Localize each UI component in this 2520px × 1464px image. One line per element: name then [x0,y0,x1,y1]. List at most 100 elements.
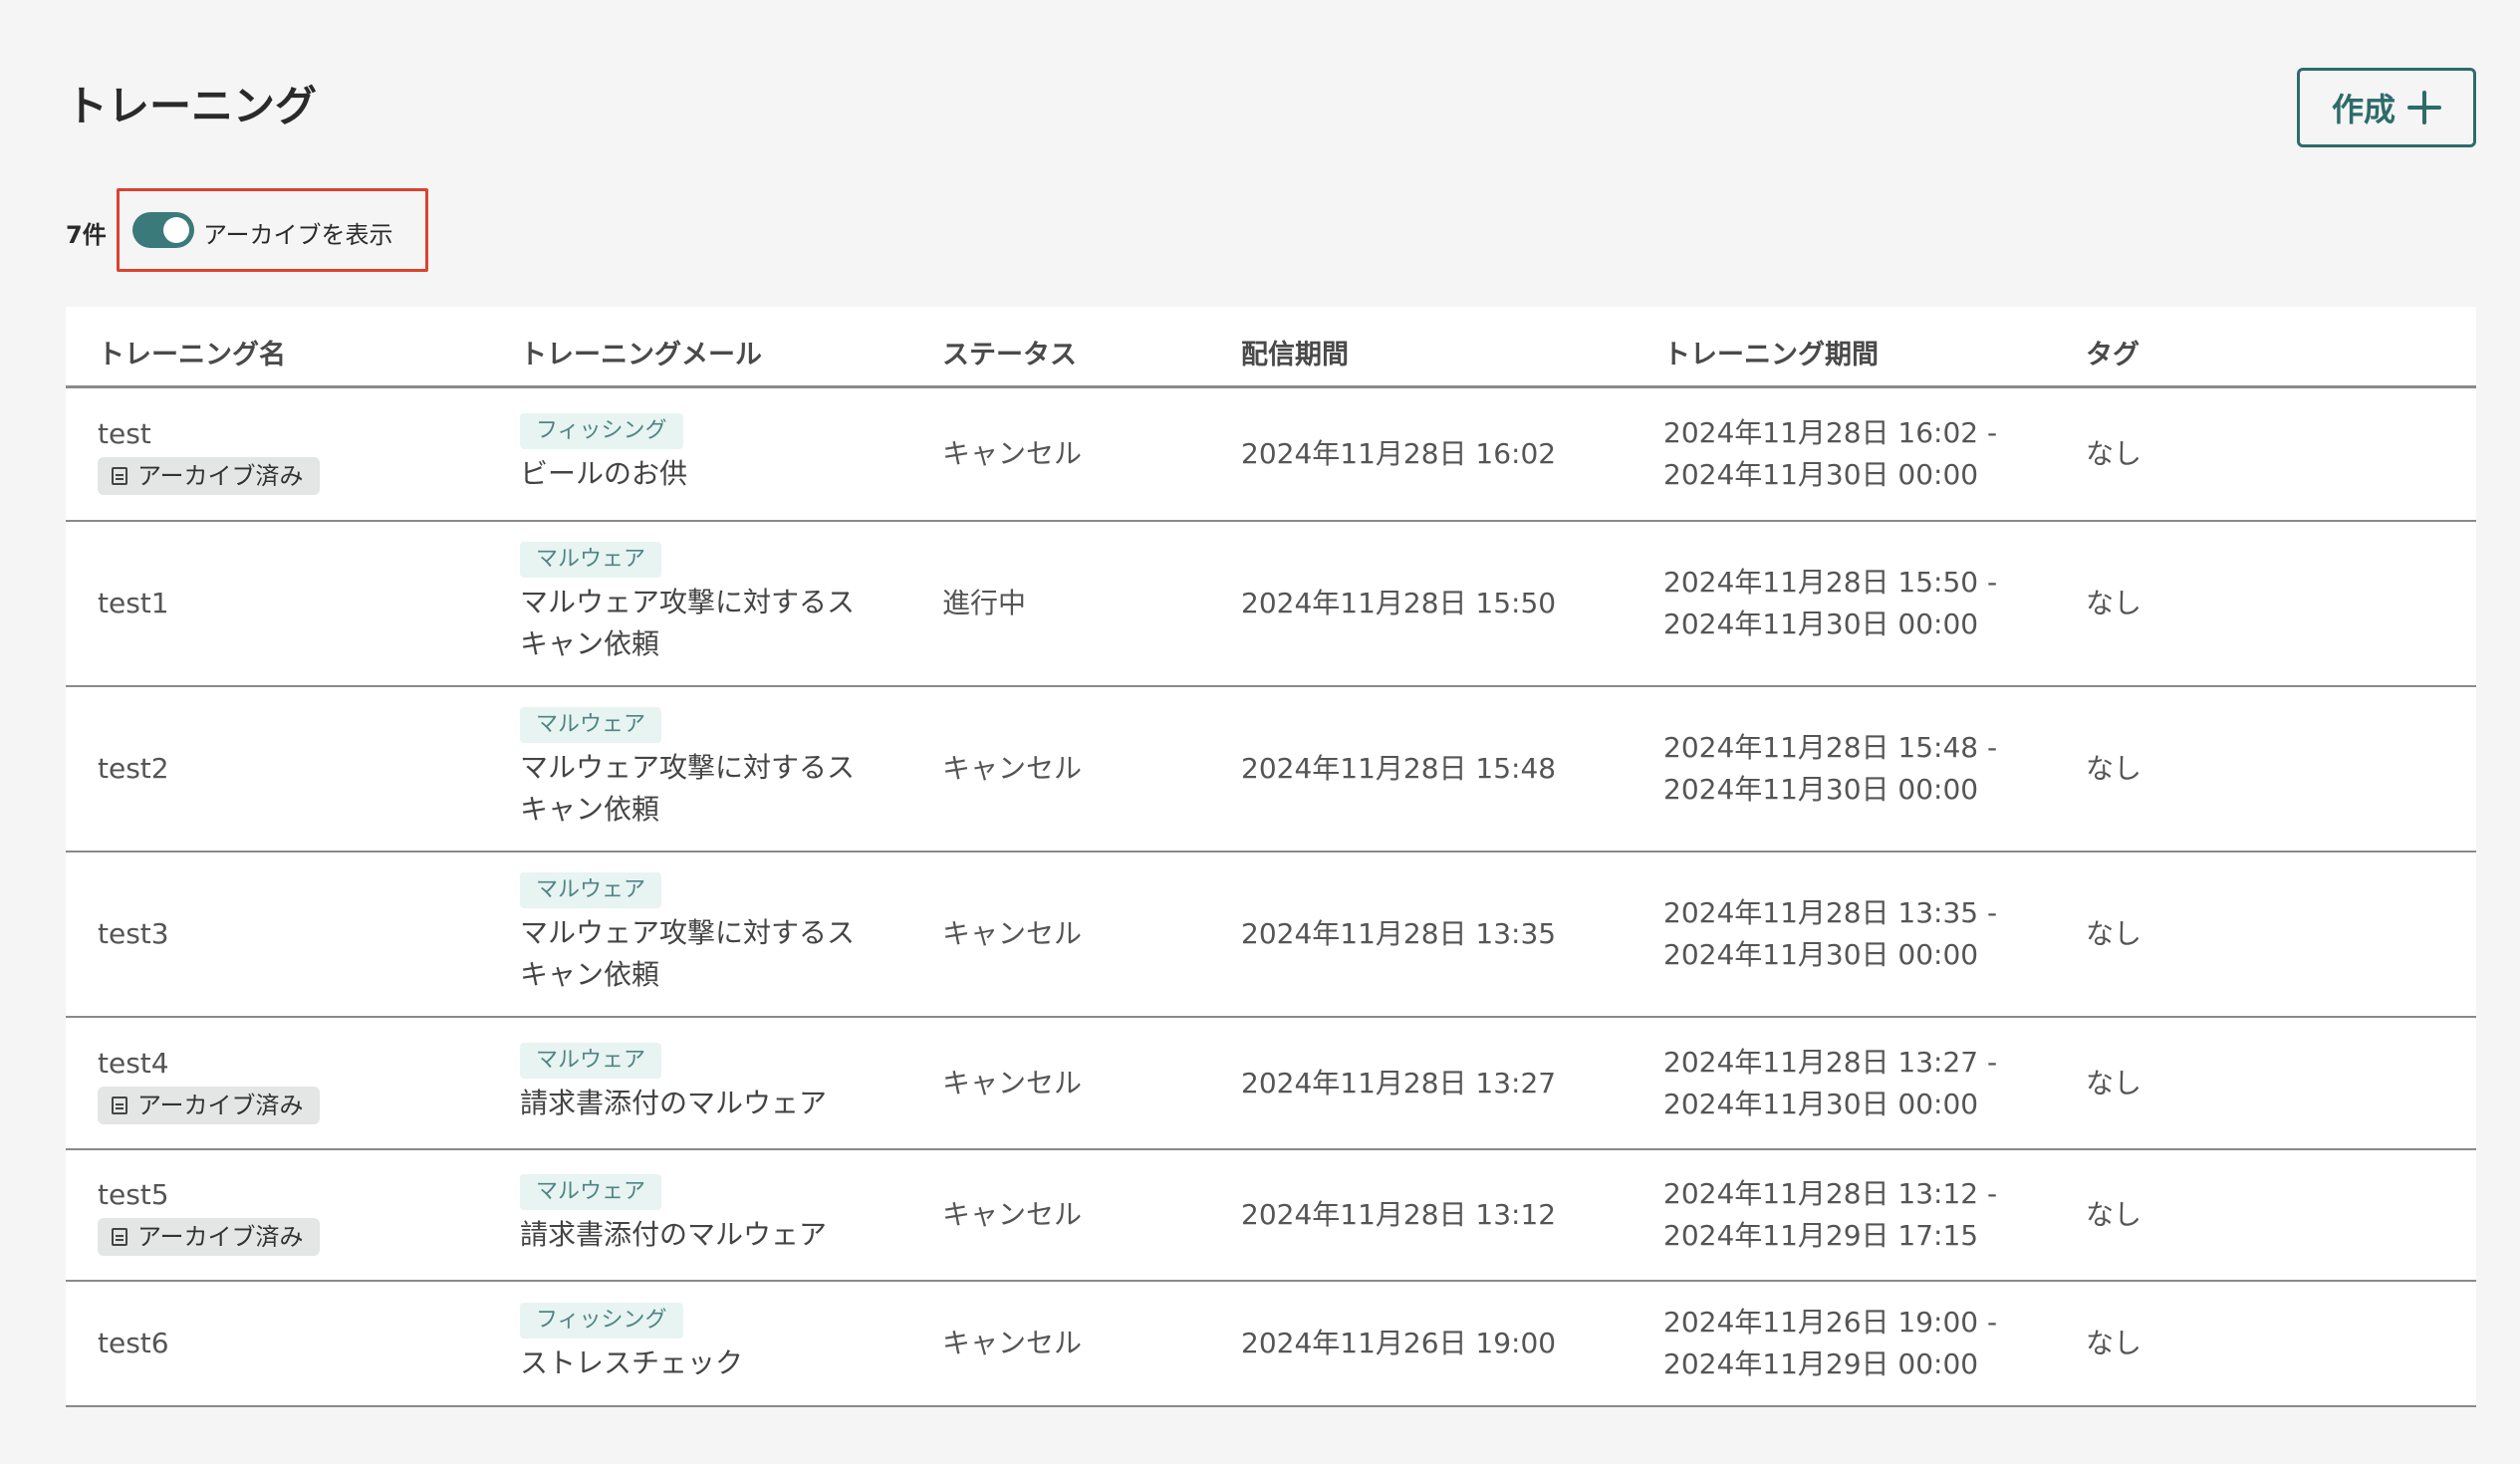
period-start: 2024年11月28日 15:50 - [1663,566,1998,599]
cell-delivery-period: 2024年11月26日 19:00 [1241,1282,1620,1405]
cell-tag: なし [2086,1150,2285,1280]
archived-badge: アーカイブ済み [98,1086,320,1124]
status-text: キャンセル [942,917,1083,950]
archive-toggle[interactable] [132,212,194,248]
status-text: 進行中 [942,587,1027,619]
training-name[interactable]: test1 [98,583,476,624]
training-name[interactable]: test [98,413,476,455]
cell-tag: なし [2086,1282,2285,1405]
period-start: 2024年11月28日 15:48 - [1663,731,1998,764]
table-row[interactable]: test3 マルウェア マルウェア攻撃に対するス キャン依頼 キャンセル 2024年11月… [66,853,2476,1018]
cell-training-name: test5 アーカイブ済み [98,1150,476,1280]
mail-type-tag: マルウェア [520,707,662,743]
archived-badge-label: アーカイブ済み [137,462,304,490]
cell-training-name: test2 [98,687,476,851]
tag-text: なし [2086,917,2142,950]
tag-text: なし [2086,752,2142,785]
delivery-datetime: 2024年11月28日 15:48 [1241,752,1557,785]
create-button[interactable]: 作成 [2297,68,2476,147]
archived-badge: アーカイブ済み [98,457,320,495]
header-training-name[interactable]: トレーニング名 [98,333,286,371]
cell-status: キャンセル [942,853,1201,1016]
table-row[interactable]: test2 マルウェア マルウェア攻撃に対するス キャン依頼 キャンセル 2024年11月… [66,687,2476,853]
mail-title: マルウェア攻撃に対するス [520,916,856,949]
table-row[interactable]: test5 アーカイブ済み マルウェア 請求書添付のマルウェア キャンセル 2024年11… [66,1150,2476,1282]
period-start: 2024年11月28日 13:27 - [1663,1045,1998,1079]
period-start: 2024年11月28日 13:12 - [1663,1177,1998,1210]
cell-tag: なし [2086,853,2285,1016]
tag-text: なし [2086,1327,2142,1359]
cell-tag: なし [2086,1018,2285,1148]
page-title: トレーニング [66,82,318,130]
toggle-knob [163,217,189,243]
cell-status: キャンセル [942,1282,1201,1405]
period-end: 2024年11月30日 00:00 [1663,773,1979,806]
header-training-mail[interactable]: トレーニングメール [520,333,762,371]
header-delivery-period[interactable]: 配信期間 [1241,333,1349,371]
mail-type-tag: マルウェア [520,872,662,908]
tag-text: なし [2086,1066,2142,1099]
cell-training-mail: マルウェア請求書添付のマルウェア [520,1150,918,1280]
cell-status: キャンセル [942,687,1201,851]
tag-text: なし [2086,587,2142,619]
period-end: 2024年11月30日 00:00 [1663,608,1979,640]
cell-training-mail: マルウェア マルウェア攻撃に対するス キャン依頼 [520,853,918,1016]
training-table: トレーニング名 トレーニングメール ステータス 配信期間 トレーニング期間 タグ… [66,307,2476,1407]
status-text: キャンセル [942,1198,1083,1231]
archive-icon [112,467,127,485]
header-tag[interactable]: タグ [2086,333,2140,371]
result-count: 7件 [66,221,107,249]
header-status[interactable]: ステータス [942,333,1077,371]
cell-training-period: 2024年11月26日 19:00 - 2024年11月29日 00:00 [1663,1282,2062,1405]
create-button-label: 作成 [2331,91,2395,128]
cell-tag: なし [2086,522,2285,685]
mail-type-tag: マルウェア [520,1174,662,1210]
archive-toggle-label: アーカイブを表示 [203,221,393,249]
status-text: キャンセル [942,437,1083,470]
cell-training-period: 2024年11月28日 15:50 - 2024年11月30日 00:00 [1663,522,2062,685]
mail-title-line-2: キャン依頼 [520,793,660,826]
cell-training-name: test4 アーカイブ済み [98,1018,476,1148]
period-end: 2024年11月30日 00:00 [1663,1087,1979,1120]
training-name[interactable]: test5 [98,1174,476,1216]
period-end: 2024年11月30日 00:00 [1663,938,1979,971]
cell-training-period: 2024年11月28日 15:48 - 2024年11月30日 00:00 [1663,687,2062,851]
training-name[interactable]: test2 [98,748,476,790]
table-row[interactable]: test1 マルウェア マルウェア攻撃に対するス キャン依頼 進行中 2024年11月28… [66,522,2476,687]
training-name[interactable]: test3 [98,913,476,955]
archive-icon [112,1096,127,1114]
cell-training-name: test アーカイブ済み [98,388,476,520]
cell-status: キャンセル [942,1018,1201,1148]
table-row[interactable]: test4 アーカイブ済み マルウェア 請求書添付のマルウェア キャンセル 2024年11… [66,1018,2476,1150]
training-name[interactable]: test6 [98,1323,476,1364]
mail-title: マルウェア攻撃に対するス [520,751,856,784]
cell-training-mail: マルウェア マルウェア攻撃に対するス キャン依頼 [520,522,918,685]
cell-status: 進行中 [942,522,1201,685]
cell-training-mail: フィッシング ビールのお供 [520,388,918,520]
mail-title: マルウェア攻撃に対するス [520,586,856,618]
cell-status: キャンセル [942,388,1201,520]
table-header: トレーニング名 トレーニングメール ステータス 配信期間 トレーニング期間 タグ [66,307,2476,388]
mail-title: ストレスチェック [520,1346,744,1379]
period-start: 2024年11月28日 16:02 - [1663,416,1998,449]
mail-title: 請求書添付のマルウェア [520,1086,828,1119]
cell-training-mail: マルウェアマルウェア攻撃に対するス キャン依頼 [520,687,918,851]
period-end: 2024年11月29日 17:15 [1663,1219,1979,1252]
period-start: 2024年11月28日 13:35 - [1663,896,1998,929]
delivery-datetime: 2024年11月28日 13:27 [1241,1066,1557,1099]
cell-delivery-period: 2024年11月28日 13:35 [1241,853,1620,1016]
plus-icon [2407,91,2441,124]
table-row[interactable]: test6 フィッシング ストレスチェック キャンセル 2024年11月26日 19:0… [66,1282,2476,1407]
cell-delivery-period: 2024年11月28日 15:48 [1241,687,1620,851]
cell-delivery-period: 2024年11月28日 13:12 [1241,1150,1620,1280]
mail-type-tag: フィッシング [520,413,683,449]
header-training-period[interactable]: トレーニング期間 [1663,333,1879,371]
mail-title: ビールのお供 [520,457,688,490]
cell-training-period: 2024年11月28日 13:27 - 2024年11月30日 00:00 [1663,1018,2062,1148]
cell-training-name: test6 [98,1282,476,1405]
archived-badge-label: アーカイブ済み [137,1223,304,1251]
training-name[interactable]: test4 [98,1043,476,1085]
cell-delivery-period: 2024年11月28日 13:27 [1241,1018,1620,1148]
table-row[interactable]: test アーカイブ済み フィッシング ビールのお供 キャンセル 2024年11月28日 … [66,388,2476,522]
mail-title: 請求書添付のマルウェア [520,1218,828,1251]
